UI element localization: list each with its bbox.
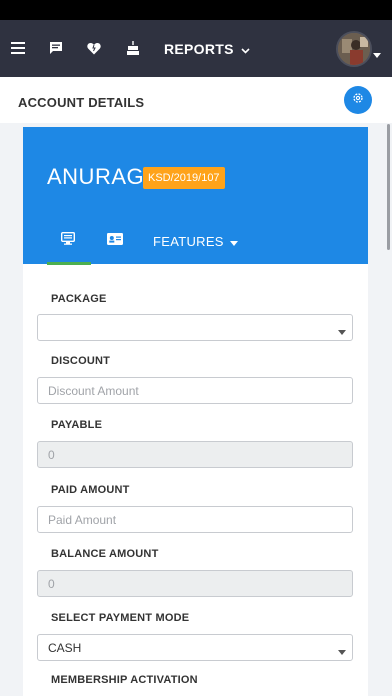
balance-amount-field: 0 [37, 570, 353, 597]
avatar[interactable] [336, 31, 372, 67]
active-tab-indicator [47, 262, 91, 265]
payable-label: PAYABLE [51, 419, 103, 431]
settings-button[interactable] [344, 86, 372, 114]
tab-profile[interactable] [107, 227, 123, 255]
account-code-badge: KSD/2019/107 [143, 167, 225, 189]
tab-features[interactable]: FEATURES [153, 227, 238, 255]
package-label: PACKAGE [51, 293, 107, 305]
balance-amount-label: BALANCE AMOUNT [51, 548, 159, 560]
cake-icon[interactable] [123, 38, 143, 58]
membership-activation-label: MEMBERSHIP ACTIVATION [51, 674, 198, 686]
select-caret-icon [338, 324, 346, 338]
package-select[interactable] [37, 314, 353, 341]
paid-amount-input[interactable]: Paid Amount [37, 506, 353, 533]
payable-field: 0 [37, 441, 353, 468]
payment-mode-label: SELECT PAYMENT MODE [51, 612, 190, 624]
balance-amount-value: 0 [48, 576, 55, 591]
account-name: ANURAG [47, 164, 145, 189]
caret-down-icon [229, 234, 238, 249]
account-card: ANURAG KSD/2019/107 FEATURES PACKAGE DIS… [23, 127, 368, 696]
discount-label: DISCOUNT [51, 355, 111, 367]
avatar-caret-icon[interactable] [373, 45, 381, 63]
payment-mode-select[interactable]: CASH [37, 634, 353, 661]
payment-mode-value: CASH [48, 640, 82, 655]
features-label: FEATURES [153, 233, 224, 249]
id-card-icon [107, 232, 123, 250]
paid-amount-label: PAID AMOUNT [51, 484, 130, 496]
gear-icon [352, 91, 364, 109]
account-card-header: ANURAG KSD/2019/107 FEATURES [23, 127, 368, 264]
scrollbar[interactable] [387, 124, 390, 250]
reports-menu[interactable]: REPORTS [164, 39, 250, 59]
chevron-down-icon [241, 41, 250, 57]
page-title: ACCOUNT DETAILS [18, 95, 145, 110]
monitor-icon [60, 231, 76, 250]
page-header: ACCOUNT DETAILS [0, 77, 392, 123]
status-bar [0, 0, 392, 20]
menu-icon[interactable] [8, 38, 28, 58]
payable-value: 0 [48, 447, 55, 462]
tab-overview[interactable] [60, 227, 76, 255]
select-caret-icon [338, 644, 346, 658]
reports-label: REPORTS [164, 41, 234, 57]
discount-placeholder: Discount Amount [48, 383, 139, 398]
paid-amount-placeholder: Paid Amount [48, 512, 117, 527]
top-navbar: REPORTS [0, 20, 392, 77]
chat-icon[interactable] [46, 38, 66, 58]
heart-icon[interactable] [84, 38, 104, 58]
discount-input[interactable]: Discount Amount [37, 377, 353, 404]
